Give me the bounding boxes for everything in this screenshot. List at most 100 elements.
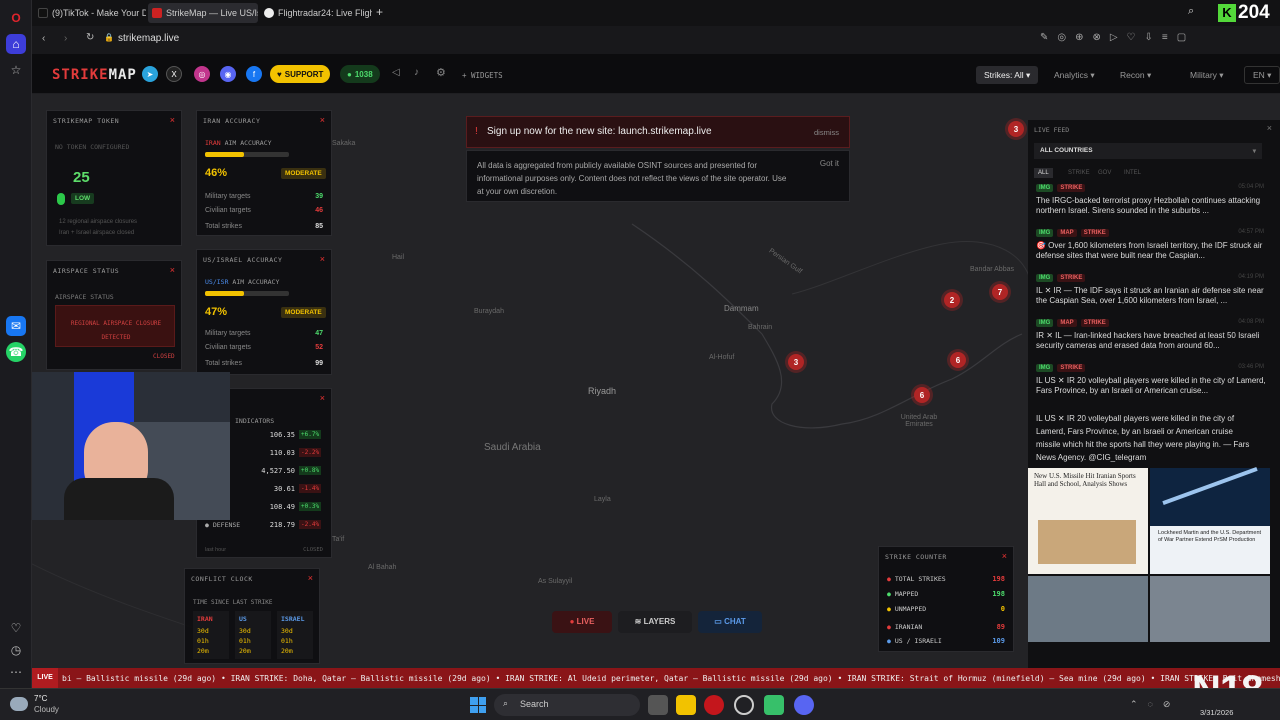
whatsapp-icon[interactable]: ☎ [6,342,26,362]
strike-ticker: LIVE bi — Ballistic missile (29d ago) • … [32,668,1280,688]
close-icon[interactable]: × [320,393,325,403]
feed-item[interactable]: IMG STRIKE 04:19 PM IL ✕ IR — The IDF says … [1036,274,1268,306]
feed-tag: IMG [1036,364,1054,372]
feed-tab-gov[interactable]: GOV [1094,168,1115,178]
search-icon[interactable]: ⌕ [1188,5,1194,18]
live-button[interactable]: ● LIVE [552,611,612,633]
bookmark-star-icon[interactable]: ☆ [6,60,26,80]
row-value: 85 [315,223,323,230]
more-icon[interactable]: ⋯ [6,662,26,682]
history-icon[interactable]: ◷ [6,640,26,660]
news-image-4[interactable] [1150,576,1270,642]
panel-title: STRIKE COUNTER [885,553,947,561]
opera-browser-icon[interactable] [704,695,724,715]
tab-strikemap[interactable]: StrikeMap — Live US/Israe [148,3,258,23]
counter-value: 198 [992,575,1005,583]
close-icon[interactable]: × [170,265,175,275]
feed-tag: IMG [1036,319,1054,327]
settings-gear-icon[interactable]: ⚙ [436,66,446,79]
close-icon[interactable]: × [170,115,175,125]
feed-tab-intel[interactable]: INTEL [1120,168,1145,178]
news-image-1[interactable]: New U.S. Missile Hit Iranian Sports Hall… [1028,468,1148,574]
feed-tab-all[interactable]: ALL [1034,168,1053,178]
toolbar-icons[interactable]: ✎◎⊕⊗▷♡⇩≡▢ [1040,32,1195,43]
clock-col: IRAN 30d 01h 20m [193,611,229,659]
back-icon[interactable]: ‹ [42,33,45,44]
support-button[interactable]: ♥ SUPPORT [270,65,331,83]
feed-tag: IMG [1036,229,1054,237]
strike-cluster[interactable]: 6 [950,352,966,368]
tab-flightradar[interactable]: Flightradar24: Live Flight T [260,3,372,23]
x-twitter-icon[interactable]: X [166,66,182,82]
strike-cluster[interactable]: 6 [914,387,930,403]
military-dropdown[interactable]: Military ▾ [1182,66,1232,84]
feed-item[interactable]: IMG MAP STRIKE 04:08 PM IR ✕ IL — Iran-linke… [1036,319,1268,351]
windows-taskbar: 7°C Cloudy ⌕ Search ⌃◌⊘ 3/31/2026 [0,688,1280,720]
instagram-icon[interactable]: ◎ [194,66,210,82]
close-icon[interactable]: × [320,254,325,264]
close-icon[interactable]: × [320,115,325,125]
strikes-filter-dropdown[interactable]: Strikes: All ▾ [976,66,1039,84]
strike-cluster[interactable]: 7 [992,284,1008,300]
close-icon[interactable]: × [1267,123,1272,133]
new-tab-plus-icon[interactable]: + [376,5,383,19]
clock-days: 30d [239,627,251,635]
analytics-dropdown[interactable]: Analytics ▾ [1046,66,1103,84]
language-dropdown[interactable]: EN ▾ [1244,66,1280,84]
strike-map[interactable]: Sakaka Hail Buraydah Dammam Bahrain Al-H… [32,94,1280,668]
app-icon[interactable] [734,695,754,715]
signup-text[interactable]: Sign up now for the new site: launch.str… [487,126,712,137]
close-icon[interactable]: × [1002,551,1007,561]
forward-icon[interactable]: › [64,33,67,44]
indicator-change: -1.4% [299,484,322,493]
feed-item-tags: IMG STRIKE [1036,274,1268,282]
strikemap-logo[interactable]: STRIKEMAP [52,67,137,83]
feed-item[interactable]: IMG STRIKE 03:46 PM IL US ✕ IR 20 volleybal… [1036,364,1268,396]
windows-start-icon[interactable] [470,697,486,713]
heart-icon: ♥ [277,69,282,79]
got-it-button[interactable]: Got it [820,159,839,168]
news-image-2[interactable]: Lockheed Martin and the U.S. Department … [1150,467,1270,574]
recon-dropdown[interactable]: Recon ▾ [1112,66,1159,84]
opera-logo-icon[interactable]: O [6,8,26,28]
feed-tab-strike[interactable]: STRIKE [1064,168,1094,178]
close-icon[interactable]: × [308,573,313,583]
news-image-3[interactable] [1028,576,1148,642]
strike-cluster[interactable]: 2 [944,292,960,308]
layers-button[interactable]: ≋ LAYERS [618,611,692,633]
heart-icon[interactable]: ♡ [6,618,26,638]
home-icon[interactable]: ⌂ [6,34,26,54]
feed-item[interactable]: IMG STRIKE 05:04 PM The IRGC-backed terrori… [1036,184,1268,216]
app-icon[interactable] [764,695,784,715]
chat-button[interactable]: ▭ CHAT [698,611,762,633]
task-view-icon[interactable] [648,695,668,715]
strike-cluster[interactable]: 3 [1008,121,1024,137]
accuracy-subtitle: US/ISR AIM ACCURACY [205,278,280,286]
bell-icon[interactable]: ♪ [414,67,419,78]
weather-desc: Cloudy [34,705,59,714]
messenger-icon[interactable]: ✉ [6,316,26,336]
strike-cluster[interactable]: 3 [788,354,804,370]
url-field[interactable]: strikemap.live [118,33,179,44]
rating-badge: MODERATE [281,168,326,179]
file-explorer-icon[interactable] [676,695,696,715]
discord-taskbar-icon[interactable] [794,695,814,715]
widgets-button[interactable]: + WIDGETS [454,66,511,84]
tab-tiktok[interactable]: (9)TikTok - Make Your Day [34,3,146,23]
feed-item[interactable]: IMG MAP STRIKE 04:57 PM 🎯 Over 1,600 kilomet… [1036,229,1268,261]
volume-icon[interactable]: ◁ [392,67,400,78]
accuracy-bar [205,291,289,296]
discord-icon[interactable]: ◉ [220,66,236,82]
telegram-icon[interactable]: ➤ [142,66,158,82]
counter-value: 89 [996,623,1005,631]
taskbar-search[interactable]: ⌕ Search [494,694,640,716]
map-label: Hail [392,254,405,261]
counter-label: ● US / ISRAELI [887,637,942,645]
reload-icon[interactable]: ↻ [86,32,94,43]
dismiss-button[interactable]: dismiss [814,128,839,137]
facebook-icon[interactable]: f [246,66,262,82]
tray-icons[interactable]: ⌃◌⊘ [1130,699,1180,710]
country-filter-dropdown[interactable]: ALL COUNTRIES ▾ [1034,143,1262,159]
panel-title: AIRSPACE STATUS [53,267,120,275]
feed-time: 03:46 PM [1238,364,1264,370]
